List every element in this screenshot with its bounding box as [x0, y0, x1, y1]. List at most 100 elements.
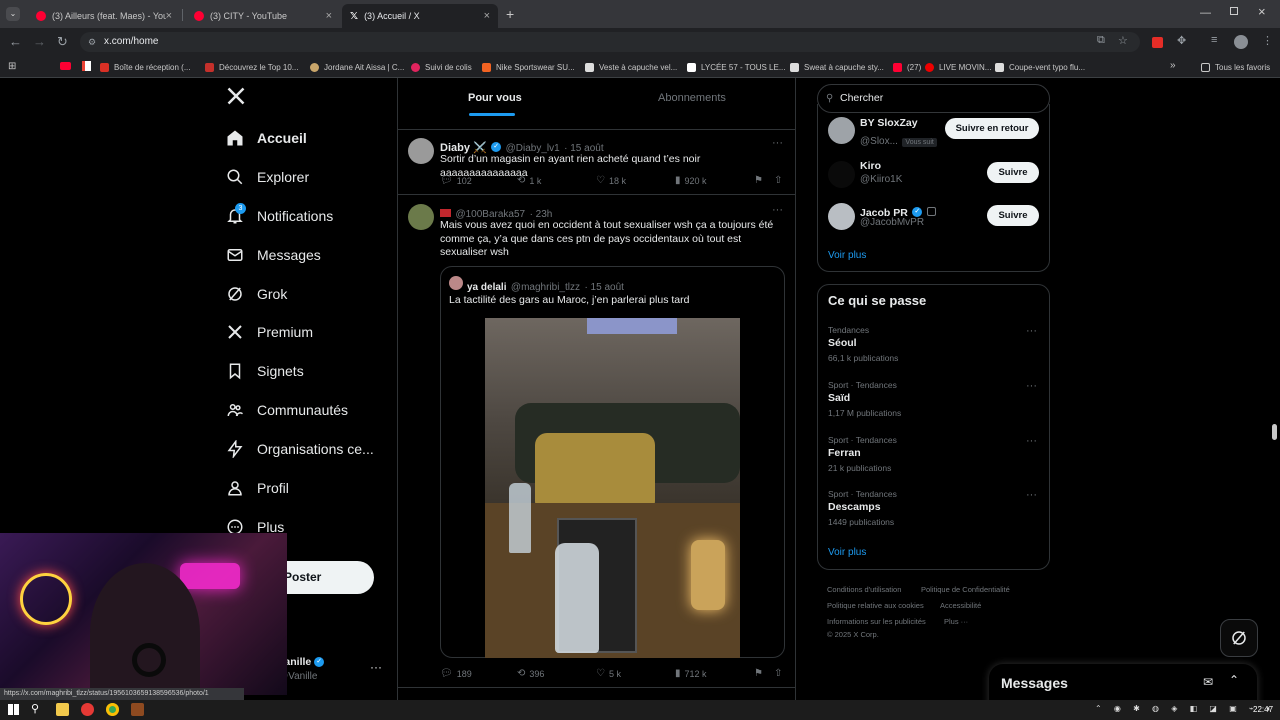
footer-link-privacy[interactable]: Politique de Confidentialité: [921, 585, 1010, 594]
new-tab-button[interactable]: +: [506, 6, 514, 22]
bookmark-item[interactable]: Boîte de réception (...: [100, 59, 191, 75]
views-button[interactable]: ▮ 712 k: [675, 668, 707, 679]
avatar[interactable]: [828, 161, 855, 188]
browser-tab-1[interactable]: (3) Ailleurs (feat. Maes) - YouTube ×: [28, 4, 180, 28]
app-icon[interactable]: [131, 703, 144, 716]
nav-item-premium[interactable]: Premium: [226, 320, 313, 344]
close-icon[interactable]: ×: [166, 10, 172, 22]
retweet-button[interactable]: ⟲ 396: [517, 668, 544, 679]
bookmark-item[interactable]: Coupe-vent typo flu...: [995, 59, 1085, 75]
bookmark-item[interactable]: Suivi de colis: [411, 59, 472, 75]
trend-more-icon[interactable]: ···: [1026, 325, 1037, 337]
close-icon[interactable]: ×: [484, 10, 490, 22]
avatar[interactable]: [408, 204, 434, 230]
x-logo-icon[interactable]: [226, 86, 246, 110]
trend-name[interactable]: Saïd: [828, 392, 850, 404]
bookmark-item[interactable]: Sweat à capuche sty...: [790, 59, 884, 75]
new-message-icon[interactable]: ✉: [1203, 675, 1213, 689]
menu-icon[interactable]: ⋮: [1262, 34, 1273, 47]
bookmark-item[interactable]: Découvrez le Top 10...: [205, 59, 298, 75]
footer-link-more[interactable]: Plus ···: [944, 617, 968, 626]
nav-item-messages[interactable]: Messages: [226, 243, 321, 267]
nav-item-explorer[interactable]: Explorer: [226, 165, 309, 189]
follow-suggestion-name[interactable]: Kiro: [860, 160, 881, 172]
all-bookmarks[interactable]: Tous les favoris: [1201, 59, 1270, 75]
bookmark-item[interactable]: Nike Sportswear SU...: [482, 59, 575, 75]
follow-button[interactable]: Suivre: [987, 162, 1039, 183]
footer-link-ads[interactable]: Informations sur les publicités: [827, 617, 926, 626]
views-button[interactable]: ▮ 920 k: [675, 175, 707, 186]
nav-item-signets[interactable]: Signets: [226, 359, 304, 383]
reload-icon[interactable]: ↻: [57, 34, 68, 50]
search-icon[interactable]: ⚲: [31, 702, 39, 715]
youtube-icon[interactable]: [60, 62, 71, 70]
chevron-right-icon[interactable]: »: [1170, 60, 1176, 71]
browser-tab-2[interactable]: (3) CITY - YouTube ×: [186, 4, 340, 28]
trend-more-icon[interactable]: ···: [1026, 380, 1037, 392]
like-button[interactable]: ♡ 5 k: [596, 668, 621, 679]
bookmark-item[interactable]: LYCÉE 57 - TOUS LE...: [687, 59, 785, 75]
retweet-button[interactable]: ⟲ 1 k: [517, 175, 541, 186]
avatar[interactable]: [828, 117, 855, 144]
footer-link-cookies[interactable]: Politique relative aux cookies: [827, 601, 924, 610]
trend-name[interactable]: Séoul: [828, 337, 857, 349]
see-more-link[interactable]: Voir plus: [828, 250, 866, 261]
follow-button[interactable]: Suivre: [987, 205, 1039, 226]
nav-item-notifications[interactable]: 3 Notifications: [226, 203, 333, 228]
puzzle-icon[interactable]: ✥: [1177, 34, 1186, 47]
footer-link-accessibility[interactable]: Accessibilité: [940, 601, 981, 610]
tab-abonnements[interactable]: Abonnements: [658, 92, 726, 104]
share-button[interactable]: ⇧: [774, 175, 786, 186]
restore-icon[interactable]: [1230, 7, 1238, 15]
share-button[interactable]: ⇧: [774, 668, 786, 679]
bookmark-item[interactable]: Jordane Ait Aissa | C...: [310, 59, 404, 75]
browser-tab-3[interactable]: 𝕏 (3) Accueil / X ×: [342, 4, 498, 28]
star-icon[interactable]: ☆: [1118, 34, 1128, 47]
profile-avatar[interactable]: [1234, 35, 1248, 49]
quoted-tweet-photo[interactable]: [485, 318, 740, 658]
nav-item-profil[interactable]: Profil: [226, 476, 289, 500]
avatar[interactable]: [828, 203, 855, 230]
back-arrow-icon[interactable]: ←: [9, 34, 22, 49]
like-button[interactable]: ♡ 18 k: [596, 175, 626, 186]
bookmark-button[interactable]: ⚑: [754, 175, 767, 186]
tab-pour-vous[interactable]: Pour vous: [468, 92, 522, 104]
trend-name[interactable]: Ferran: [828, 447, 861, 459]
apps-grid-icon[interactable]: ⊞: [8, 61, 16, 72]
close-icon[interactable]: ×: [326, 10, 332, 22]
bookmark-item[interactable]: LIVE MOVIN...: [925, 59, 991, 75]
extension-icon[interactable]: [1152, 37, 1163, 48]
tab-search-icon[interactable]: ⌄: [6, 7, 20, 21]
more-dots-icon[interactable]: ···: [370, 660, 382, 674]
minimize-icon[interactable]: —: [1200, 7, 1211, 19]
media-controls-icon[interactable]: ≡: [1211, 34, 1217, 46]
windows-start-icon[interactable]: [8, 704, 19, 715]
close-window-icon[interactable]: ×: [1258, 4, 1266, 19]
opera-icon[interactable]: [81, 703, 94, 716]
trend-more-icon[interactable]: ···: [1026, 435, 1037, 447]
drive-icon[interactable]: [82, 61, 91, 71]
follow-suggestion-name[interactable]: BY SloxZay: [860, 117, 918, 129]
follow-back-button[interactable]: Suivre en retour: [945, 118, 1039, 139]
bookmark-button[interactable]: ⚑: [754, 668, 767, 679]
nav-item-accueil[interactable]: Accueil: [226, 126, 307, 150]
clock[interactable]: 22:47: [1253, 705, 1273, 714]
tweet-more-icon[interactable]: ···: [772, 204, 783, 216]
avatar[interactable]: [408, 138, 434, 164]
chevron-up-icon[interactable]: ⌃: [1229, 673, 1239, 687]
footer-link-terms[interactable]: Conditions d'utilisation: [827, 585, 901, 594]
site-info-icon[interactable]: ⚙: [88, 32, 96, 52]
trend-more-icon[interactable]: ···: [1026, 489, 1037, 501]
chrome-icon[interactable]: [106, 703, 119, 716]
bookmark-item[interactable]: Veste à capuche vel...: [585, 59, 677, 75]
reply-button[interactable]: 💬︎ 189: [440, 668, 472, 679]
address-bar[interactable]: ⚙ x.com/home: [80, 32, 1140, 52]
nav-item-grok[interactable]: Grok: [226, 282, 287, 306]
forward-arrow-icon[interactable]: →: [33, 34, 46, 49]
file-explorer-icon[interactable]: [56, 703, 69, 716]
grok-floating-button[interactable]: [1220, 619, 1258, 657]
tweet-more-icon[interactable]: ···: [772, 137, 783, 149]
nav-item-organisations[interactable]: Organisations ce...: [226, 437, 374, 461]
see-more-link[interactable]: Voir plus: [828, 547, 866, 558]
install-icon[interactable]: ⧉: [1097, 34, 1105, 47]
